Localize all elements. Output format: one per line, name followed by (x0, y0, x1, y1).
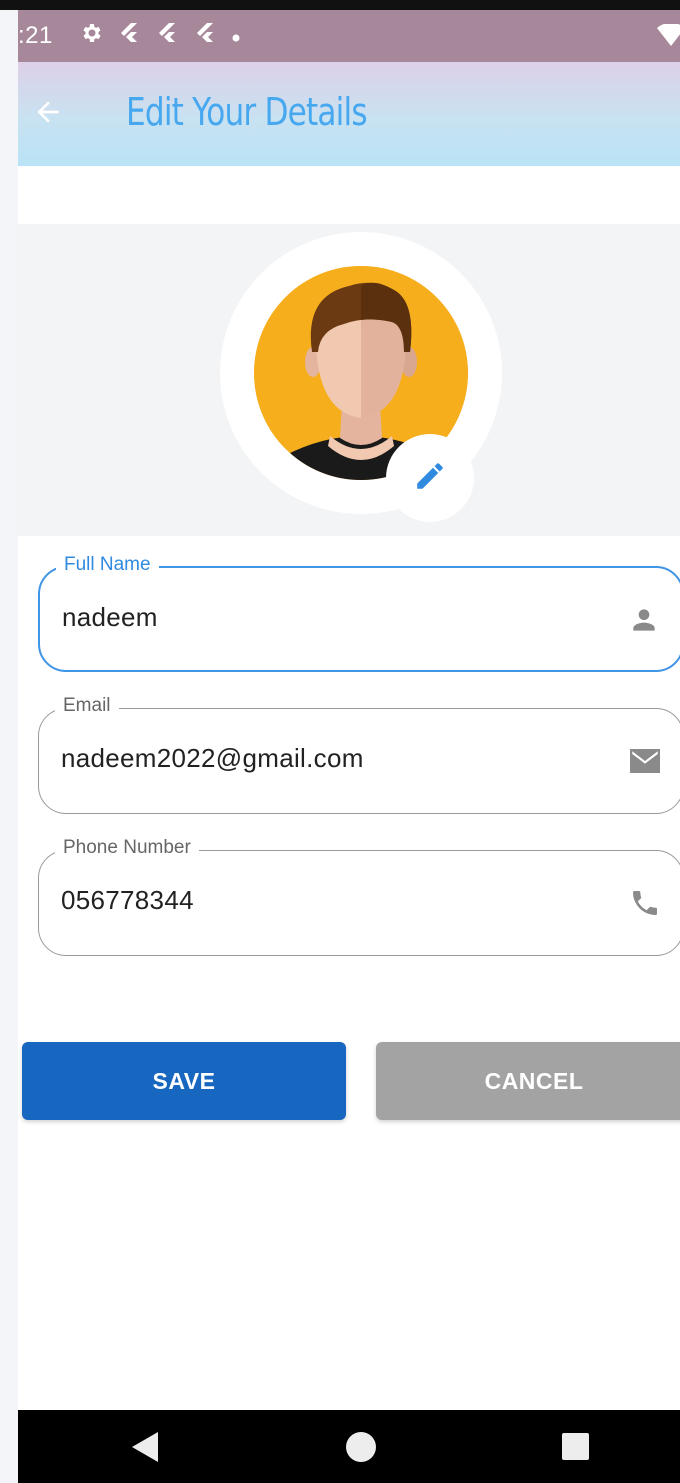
top-border (0, 0, 680, 10)
edit-avatar-button[interactable] (386, 434, 474, 522)
page-title: Edit Your Details (126, 90, 368, 134)
mail-icon (627, 743, 663, 779)
status-time: :21 (18, 22, 53, 49)
gear-icon (79, 21, 103, 52)
email-field[interactable]: Email nadeem2022@gmail.com (38, 695, 680, 814)
flutter-icon (155, 21, 179, 52)
phone-input[interactable]: 056778344 (61, 885, 194, 916)
system-nav-bar (18, 1410, 680, 1483)
status-right-icons (656, 22, 680, 55)
email-input[interactable]: nadeem2022@gmail.com (61, 743, 364, 774)
home-circle-icon[interactable] (344, 1430, 378, 1469)
avatar-section (18, 224, 680, 536)
save-button[interactable]: SAVE (22, 1042, 346, 1120)
dot-icon (231, 22, 241, 50)
full-name-label: Full Name (56, 554, 159, 576)
back-button[interactable] (28, 94, 68, 134)
arrow-left-icon (32, 96, 64, 133)
phone-screen: :21 Edit Your Details Full Name nadeem E… (18, 10, 680, 1483)
person-icon (626, 602, 662, 638)
cancel-button[interactable]: CANCEL (376, 1042, 680, 1120)
phone-field[interactable]: Phone Number 056778344 (38, 837, 680, 956)
phone-label: Phone Number (55, 837, 199, 859)
back-triangle-icon[interactable] (130, 1430, 160, 1469)
full-name-input[interactable]: nadeem (62, 602, 158, 633)
status-icons (79, 21, 241, 52)
flutter-icon (117, 21, 141, 52)
status-bar: :21 (18, 10, 680, 62)
app-bar: Edit Your Details (18, 62, 680, 166)
recents-square-icon[interactable] (560, 1430, 590, 1469)
pencil-icon (413, 459, 447, 498)
wifi-icon (656, 22, 680, 54)
full-name-field[interactable]: Full Name nadeem (38, 554, 680, 672)
phone-icon (627, 885, 663, 921)
flutter-icon (193, 21, 217, 52)
avatar-ring (220, 232, 502, 522)
email-label: Email (55, 695, 119, 717)
